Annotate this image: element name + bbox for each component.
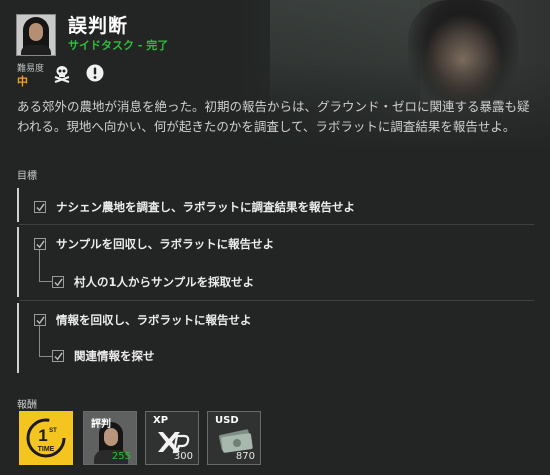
objective-item[interactable]: ナシェン農地を調査し、ラボラットに調査結果を報告せよ xyxy=(34,199,355,215)
reward-xp[interactable]: XP 300 xyxy=(145,411,199,465)
first-time-suffix: ST xyxy=(49,428,57,434)
objective-text: ナシェン農地を調査し、ラボラットに調査結果を報告せよ xyxy=(56,200,355,214)
mission-description: ある郊外の農地が消息を絶った。初期の報告からは、グラウンド・ゼロに関連する暴露も… xyxy=(17,99,530,134)
xp-amount: 300 xyxy=(173,451,193,462)
checkbox-checked-icon[interactable] xyxy=(34,314,46,326)
reward-reputation[interactable]: 評判 255 xyxy=(83,411,137,465)
xp-label: XP xyxy=(153,415,169,426)
usd-amount: 870 xyxy=(235,451,255,462)
subobjective-item[interactable]: 関連情報を探せ xyxy=(52,348,155,364)
objective-group-bar xyxy=(17,303,19,373)
objective-text: サンプルを回収し、ラボラットに報告せよ xyxy=(56,237,275,251)
rewards-label: 報酬 xyxy=(17,400,37,411)
objective-text: 情報を回収し、ラボラットに報告せよ xyxy=(56,313,252,327)
objective-group-bar xyxy=(17,227,19,297)
mission-status: サイドタスク - 完了 xyxy=(68,39,169,52)
subobjective-connector xyxy=(39,250,52,282)
first-time-text: TIME xyxy=(38,446,55,453)
checkbox-checked-icon[interactable] xyxy=(52,350,64,362)
objective-item[interactable]: サンプルを回収し、ラボラットに報告せよ xyxy=(34,236,274,252)
quest-giver-avatar xyxy=(16,14,56,56)
first-time-icon: 1 ST TIME xyxy=(26,418,66,458)
usd-label: USD xyxy=(215,415,239,426)
reputation-amount: 255 xyxy=(111,451,131,462)
objectives-label: 目標 xyxy=(17,171,37,182)
first-time-number: 1 xyxy=(38,426,47,445)
objective-group-bar xyxy=(17,188,19,222)
checkbox-checked-icon[interactable] xyxy=(52,276,64,288)
subobjective-connector xyxy=(39,326,52,357)
checkbox-checked-icon[interactable] xyxy=(34,238,46,250)
reward-first-time[interactable]: 1 ST TIME xyxy=(19,411,73,465)
objective-divider xyxy=(19,224,534,225)
skull-icon[interactable] xyxy=(52,63,72,83)
exclamation-icon[interactable] xyxy=(85,63,105,83)
reputation-label: 評判 xyxy=(91,419,111,430)
objective-item[interactable]: 情報を回収し、ラボラットに報告せよ xyxy=(34,312,252,328)
subobjective-text: 関連情報を探せ xyxy=(74,349,155,363)
objective-divider xyxy=(19,300,534,301)
mission-title: 誤判断 xyxy=(68,15,129,37)
subobjective-text: 村人の1人からサンプルを採取せよ xyxy=(74,275,255,289)
subobjective-item[interactable]: 村人の1人からサンプルを採取せよ xyxy=(52,274,254,290)
difficulty-value: 中 xyxy=(17,75,28,88)
checkbox-checked-icon[interactable] xyxy=(34,201,46,213)
reward-usd[interactable]: USD 870 xyxy=(207,411,261,465)
